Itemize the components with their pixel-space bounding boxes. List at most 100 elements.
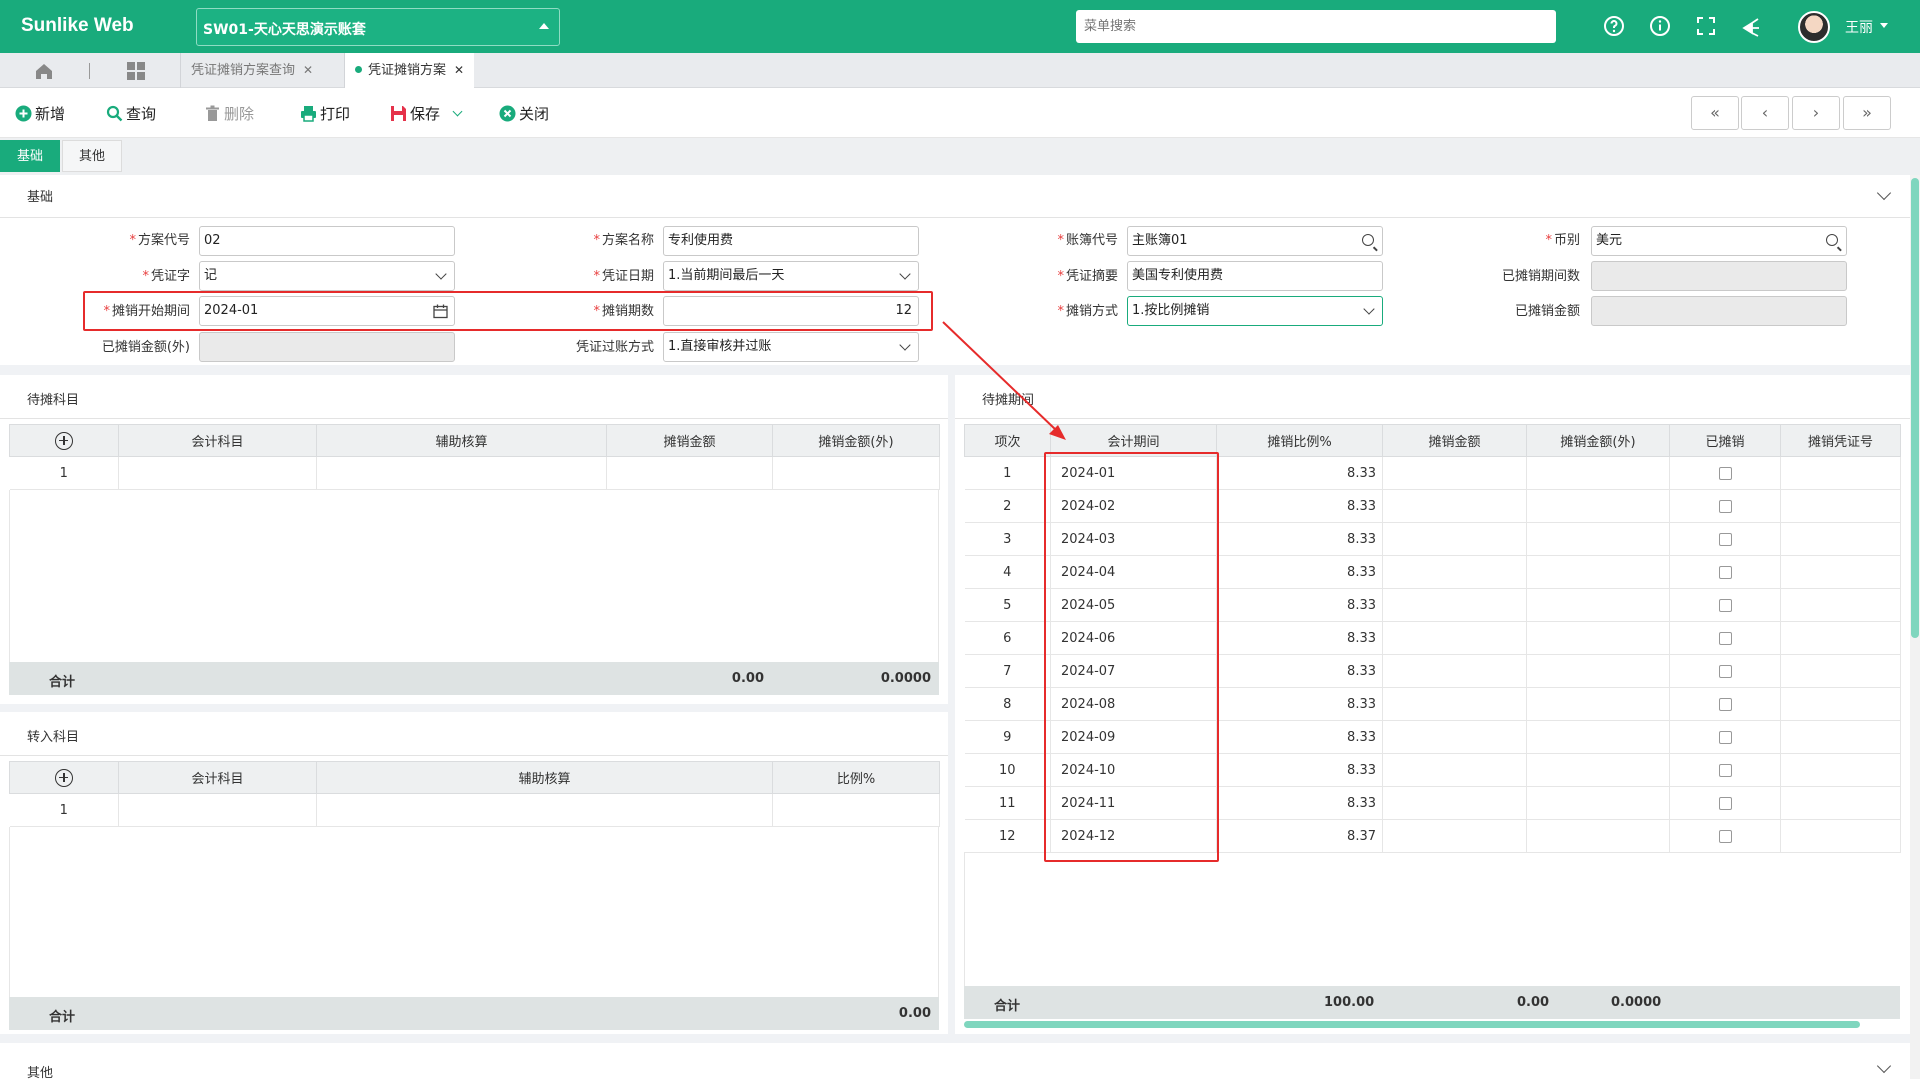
- auxiliary-cell[interactable]: [316, 456, 607, 490]
- ratio-cell[interactable]: 8.33: [1216, 621, 1383, 655]
- amortized-checkbox[interactable]: [1718, 829, 1732, 843]
- voucher-word-select[interactable]: 记: [199, 261, 455, 291]
- amount-cell[interactable]: [1382, 522, 1527, 556]
- voucher-no-cell[interactable]: [1780, 489, 1901, 523]
- scheme-code-input[interactable]: 02: [199, 226, 455, 256]
- close-icon[interactable]: ✕: [454, 63, 464, 77]
- next-record-button[interactable]: ›: [1792, 96, 1840, 130]
- ratio-cell[interactable]: 8.37: [1216, 819, 1383, 853]
- search-icon[interactable]: [1826, 234, 1838, 246]
- add-row-button[interactable]: [9, 761, 119, 794]
- tab-scheme[interactable]: 凭证摊销方案 ✕: [344, 53, 475, 88]
- scheme-name-input[interactable]: 专利使用费: [663, 226, 919, 256]
- amount-fx-cell[interactable]: [1526, 456, 1670, 490]
- amount-fx-cell[interactable]: [1526, 555, 1670, 589]
- close-button[interactable]: 关闭: [499, 102, 549, 124]
- table-row[interactable]: 1: [9, 793, 940, 827]
- voucher-no-cell[interactable]: [1780, 687, 1901, 721]
- amount-cell[interactable]: [1382, 489, 1527, 523]
- page-scrollbar-thumb[interactable]: [1911, 178, 1919, 638]
- amount-cell[interactable]: [1382, 654, 1527, 688]
- voucher-date-select[interactable]: 1.当前期间最后一天: [663, 261, 919, 291]
- ratio-cell[interactable]: 8.33: [1216, 720, 1383, 754]
- menu-search-input[interactable]: [1076, 10, 1556, 43]
- help-icon[interactable]: [1602, 14, 1626, 38]
- chevron-down-icon[interactable]: [1876, 1058, 1892, 1074]
- amortized-checkbox[interactable]: [1718, 466, 1732, 480]
- add-row-button[interactable]: [9, 424, 119, 457]
- amortized-checkbox[interactable]: [1718, 730, 1732, 744]
- amount-cell[interactable]: [1382, 588, 1527, 622]
- amount-cell[interactable]: [1382, 555, 1527, 589]
- save-button[interactable]: 保存: [390, 102, 463, 124]
- amount-fx-cell[interactable]: [1526, 819, 1670, 853]
- add-button[interactable]: 新增: [15, 102, 65, 124]
- amortized-checkbox[interactable]: [1718, 763, 1732, 777]
- ratio-cell[interactable]: 8.33: [1216, 687, 1383, 721]
- amount-fx-cell[interactable]: [1526, 654, 1670, 688]
- amount-fx-cell[interactable]: [772, 456, 940, 490]
- amortized-checkbox[interactable]: [1718, 796, 1732, 810]
- voucher-no-cell[interactable]: [1780, 621, 1901, 655]
- horizontal-scrollbar[interactable]: [964, 1021, 1860, 1028]
- amount-cell[interactable]: [1382, 687, 1527, 721]
- amount-cell[interactable]: [606, 456, 773, 490]
- voucher-no-cell[interactable]: [1780, 522, 1901, 556]
- home-icon[interactable]: [34, 61, 54, 81]
- amortized-checkbox[interactable]: [1718, 499, 1732, 513]
- voucher-summary-input[interactable]: 美国专利使用费: [1127, 261, 1383, 291]
- voucher-no-cell[interactable]: [1780, 555, 1901, 589]
- search-icon[interactable]: [1362, 234, 1374, 246]
- auxiliary-cell[interactable]: [316, 793, 773, 827]
- amount-cell[interactable]: [1382, 819, 1527, 853]
- amortized-checkbox[interactable]: [1718, 664, 1732, 678]
- account-select[interactable]: SW01-天心天思演示账套: [196, 8, 560, 46]
- print-button[interactable]: 打印: [300, 102, 350, 124]
- amount-cell[interactable]: [1382, 786, 1527, 820]
- amount-fx-cell[interactable]: [1526, 786, 1670, 820]
- ratio-cell[interactable]: 8.33: [1216, 588, 1383, 622]
- amount-fx-cell[interactable]: [1526, 687, 1670, 721]
- amount-fx-cell[interactable]: [1526, 588, 1670, 622]
- voucher-no-cell[interactable]: [1780, 456, 1901, 490]
- app-grid-icon[interactable]: [127, 62, 145, 80]
- table-row[interactable]: 1: [9, 456, 940, 490]
- amount-fx-cell[interactable]: [1526, 489, 1670, 523]
- ratio-cell[interactable]: 8.33: [1216, 786, 1383, 820]
- amount-fx-cell[interactable]: [1526, 522, 1670, 556]
- plus-circle-icon[interactable]: [55, 768, 73, 787]
- user-avatar[interactable]: [1798, 11, 1830, 43]
- amort-method-select[interactable]: 1.按比例摊销: [1127, 296, 1383, 326]
- ratio-cell[interactable]: 8.33: [1216, 522, 1383, 556]
- amortized-checkbox[interactable]: [1718, 565, 1732, 579]
- voucher-no-cell[interactable]: [1780, 588, 1901, 622]
- voucher-no-cell[interactable]: [1780, 654, 1901, 688]
- voucher-no-cell[interactable]: [1780, 753, 1901, 787]
- ratio-cell[interactable]: [772, 793, 940, 827]
- amortized-checkbox[interactable]: [1718, 631, 1732, 645]
- account-cell[interactable]: [118, 456, 317, 490]
- amount-fx-cell[interactable]: [1526, 720, 1670, 754]
- user-name[interactable]: 王丽: [1845, 17, 1873, 37]
- prev-record-button[interactable]: ‹: [1741, 96, 1789, 130]
- ratio-cell[interactable]: 8.33: [1216, 489, 1383, 523]
- amount-fx-cell[interactable]: [1526, 753, 1670, 787]
- chevron-down-icon[interactable]: [1876, 185, 1892, 201]
- voucher-no-cell[interactable]: [1780, 819, 1901, 853]
- posting-method-select[interactable]: 1.直接审核并过账: [663, 332, 919, 362]
- delete-button[interactable]: 删除: [204, 102, 254, 124]
- amortized-checkbox[interactable]: [1718, 598, 1732, 612]
- tab-basic[interactable]: 基础: [0, 140, 61, 172]
- ratio-cell[interactable]: 8.33: [1216, 555, 1383, 589]
- voucher-no-cell[interactable]: [1780, 720, 1901, 754]
- plus-circle-icon[interactable]: [55, 431, 73, 450]
- amount-cell[interactable]: [1382, 621, 1527, 655]
- chevron-down-icon[interactable]: [1880, 23, 1888, 28]
- ratio-cell[interactable]: 8.33: [1216, 456, 1383, 490]
- currency-input[interactable]: 美元: [1591, 226, 1847, 256]
- tab-other[interactable]: 其他: [62, 140, 123, 172]
- voucher-no-cell[interactable]: [1780, 786, 1901, 820]
- broadcast-icon[interactable]: [1740, 14, 1764, 38]
- fullscreen-icon[interactable]: [1694, 14, 1718, 38]
- query-button[interactable]: 查询: [106, 102, 156, 124]
